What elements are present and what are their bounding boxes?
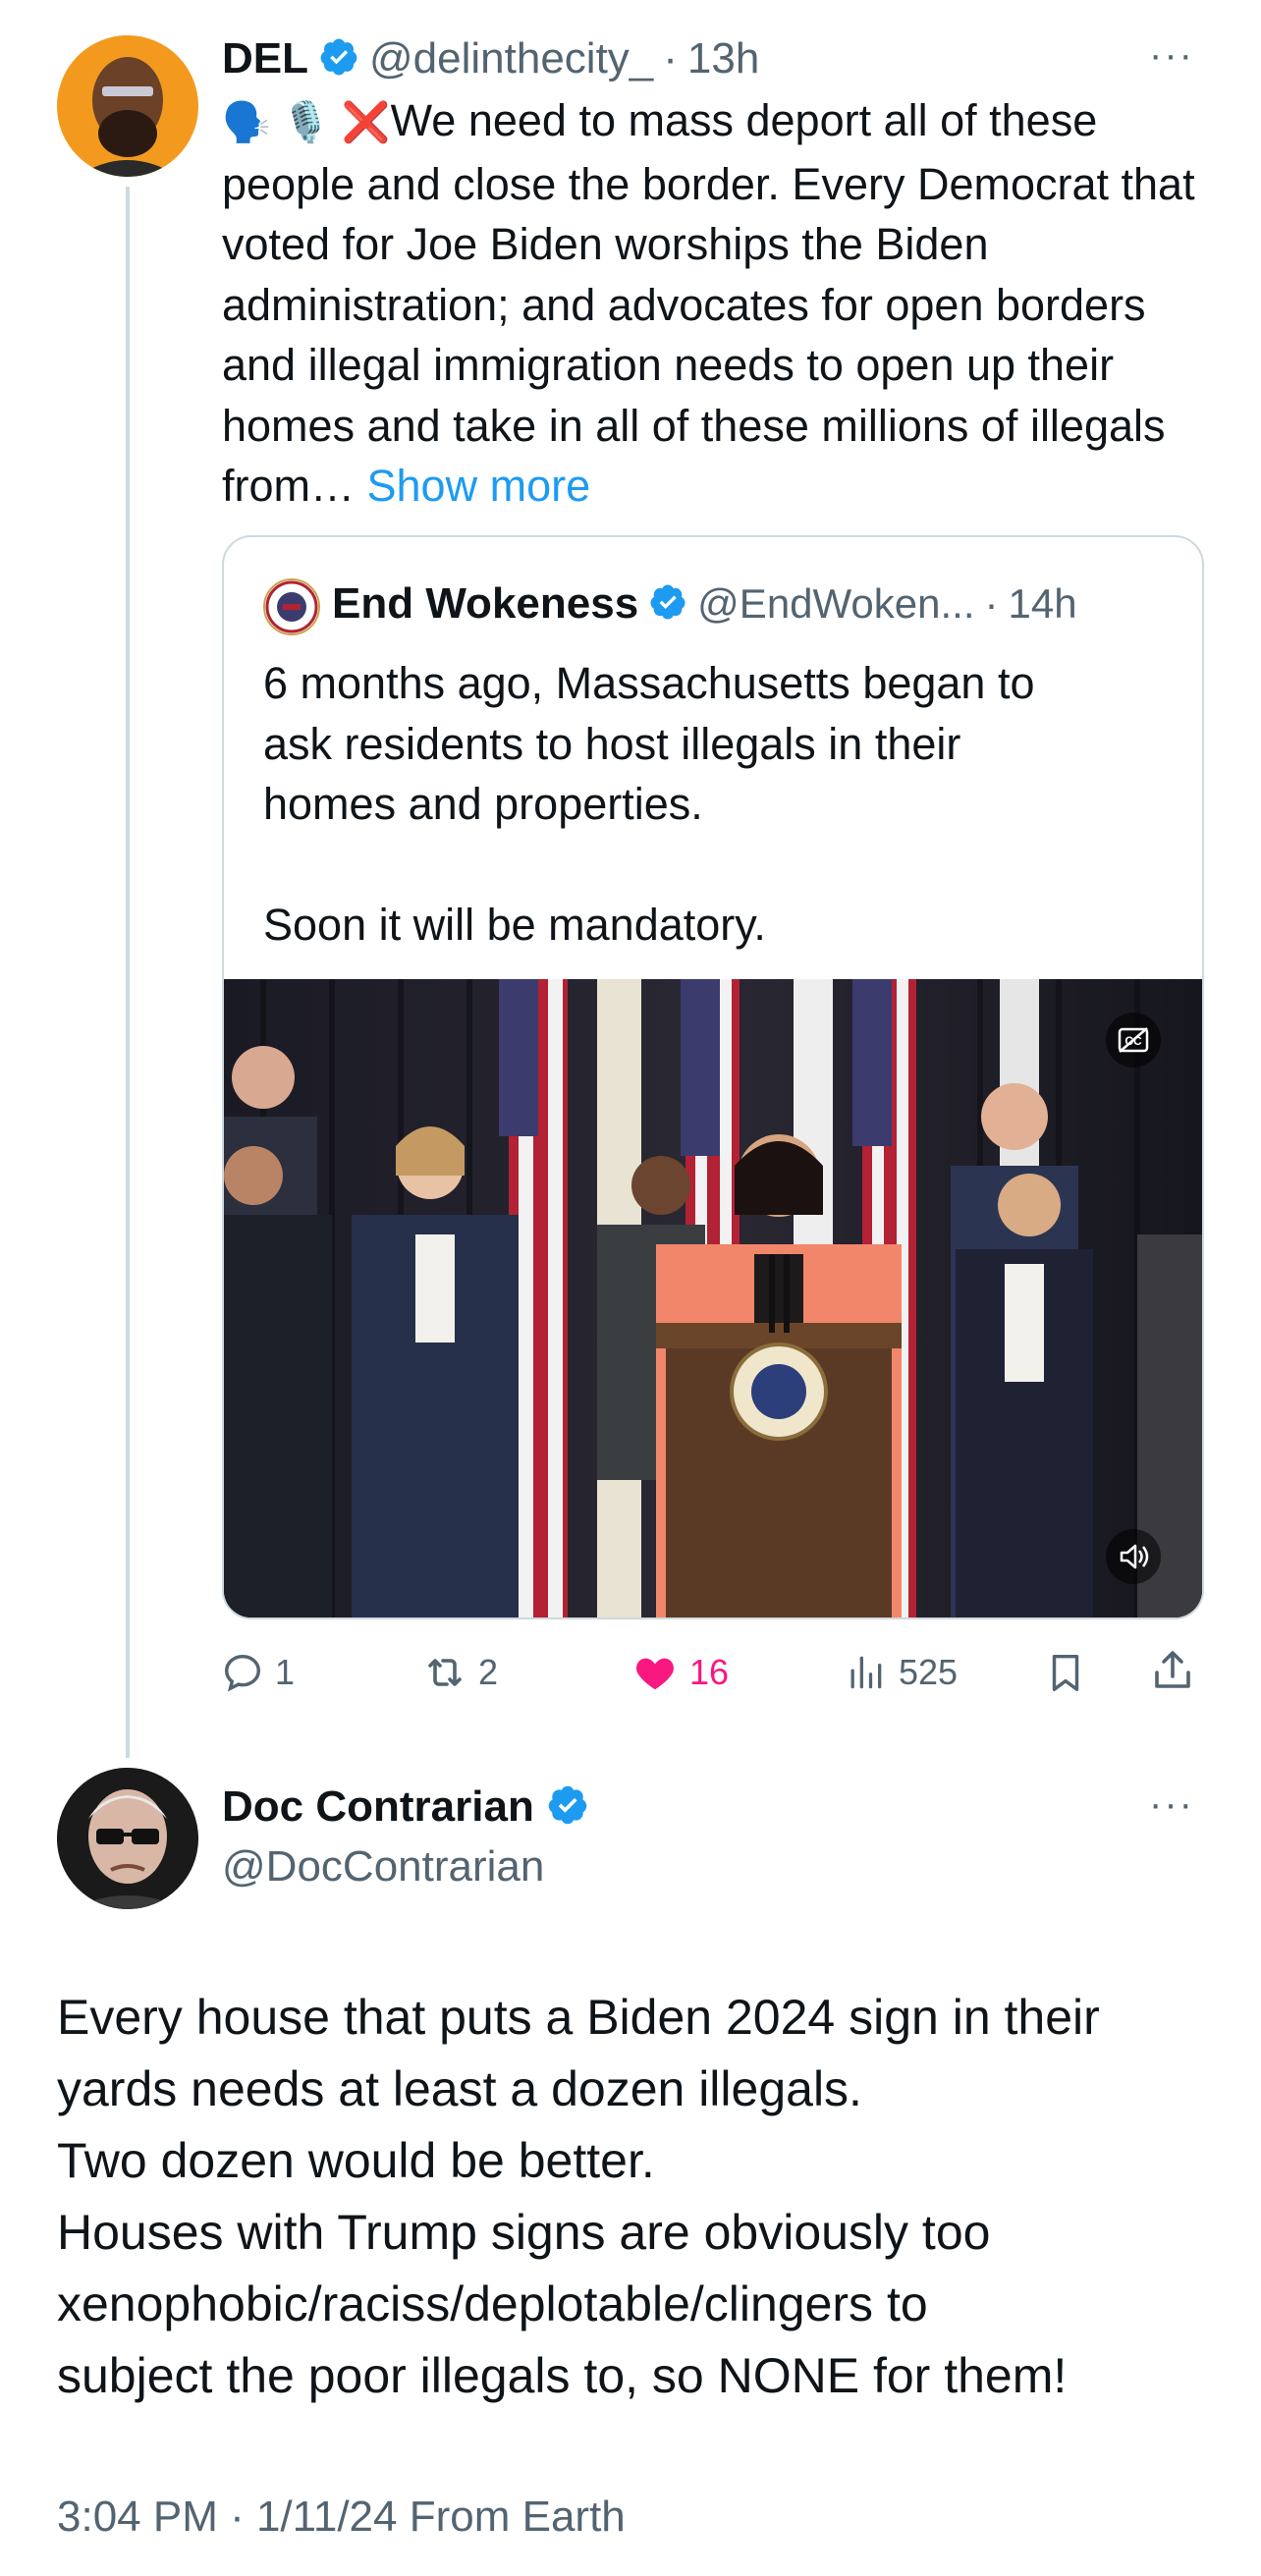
quote-handle: @EndWoken... (697, 580, 975, 627)
like-count: 16 (689, 1652, 730, 1692)
tweet1-text: 🗣️ 🎙️ ❌We need to mass deport all of the… (222, 90, 1204, 517)
verified-badge-icon (546, 1783, 589, 1832)
tweet2-more-button[interactable]: ··· (1149, 1782, 1194, 1827)
thread-connector-line (126, 187, 130, 1758)
repost-count: 2 (478, 1652, 499, 1692)
avatar-end-wokeness (263, 578, 320, 635)
analytics-bars-icon (844, 1651, 887, 1694)
tweet1-emojis: 🗣️ 🎙️ ❌ (222, 101, 391, 144)
closed-captions-icon[interactable]: CC (1106, 1013, 1161, 1068)
separator-dot: · (663, 34, 678, 82)
tweet1-author-name[interactable]: DEL (222, 34, 308, 83)
show-more-link[interactable]: Show more (367, 461, 591, 511)
like-button[interactable]: 16 (632, 1638, 729, 1707)
seal-logo-icon (265, 580, 318, 633)
tweet2-timestamp[interactable]: 3:04 PM · 1/11/24 From Earth (57, 2493, 626, 2542)
heart-filled-icon (632, 1650, 678, 1695)
share-icon[interactable] (1149, 1646, 1196, 1695)
tweet1-more-button[interactable]: ··· (1149, 33, 1194, 78)
tweet2-author-name[interactable]: Doc Contrarian (222, 1782, 534, 1832)
tweet1-handle[interactable]: @delinthecity_ (369, 34, 653, 83)
repost-button[interactable]: 2 (421, 1638, 498, 1707)
avatar-doc-contrarian-image (57, 1768, 198, 1909)
avatar-doc-contrarian[interactable] (57, 1768, 198, 1909)
tweet1-action-bar: 1 2 16 525 (220, 1638, 1212, 1707)
tweet1-body: We need to mass deport all of these peop… (222, 95, 1195, 511)
avatar-del[interactable] (57, 35, 198, 177)
quote-time: 14h (1008, 580, 1077, 627)
tweet1-header: DEL @delinthecity_ · 13h (222, 29, 759, 88)
views-count: 525 (899, 1652, 959, 1692)
reply-button[interactable]: 1 (220, 1638, 295, 1707)
quote-video-player[interactable]: CC (224, 979, 1202, 1617)
avatar-del-image (57, 35, 198, 177)
tweet2-text: Every house that puts a Biden 2024 sign … (57, 1990, 1100, 2403)
verified-badge-icon (318, 36, 359, 82)
video-thumbnail-image (224, 979, 1202, 1617)
separator-dot: · (984, 580, 999, 627)
volume-muted-icon[interactable] (1106, 1529, 1161, 1584)
tweet1-time[interactable]: 13h (687, 34, 759, 83)
quote-header: End Wokeness @EndWoken... · 14h (332, 575, 1077, 633)
quote-author-name: End Wokeness (332, 579, 639, 628)
quote-text: 6 months ago, Massachusetts began to ask… (263, 658, 1035, 950)
tweet2-header: Doc Contrarian (222, 1778, 589, 1836)
reply-icon (220, 1650, 265, 1695)
bookmark-icon[interactable] (1043, 1648, 1088, 1697)
repost-icon (421, 1649, 468, 1696)
quoted-tweet-card[interactable]: End Wokeness @EndWoken... · 14h 6 months… (222, 535, 1204, 1619)
views-button[interactable]: 525 (844, 1638, 958, 1707)
reply-count: 1 (275, 1652, 296, 1692)
tweet2-handle[interactable]: @DocContrarian (222, 1842, 544, 1891)
verified-badge-icon (648, 582, 687, 627)
